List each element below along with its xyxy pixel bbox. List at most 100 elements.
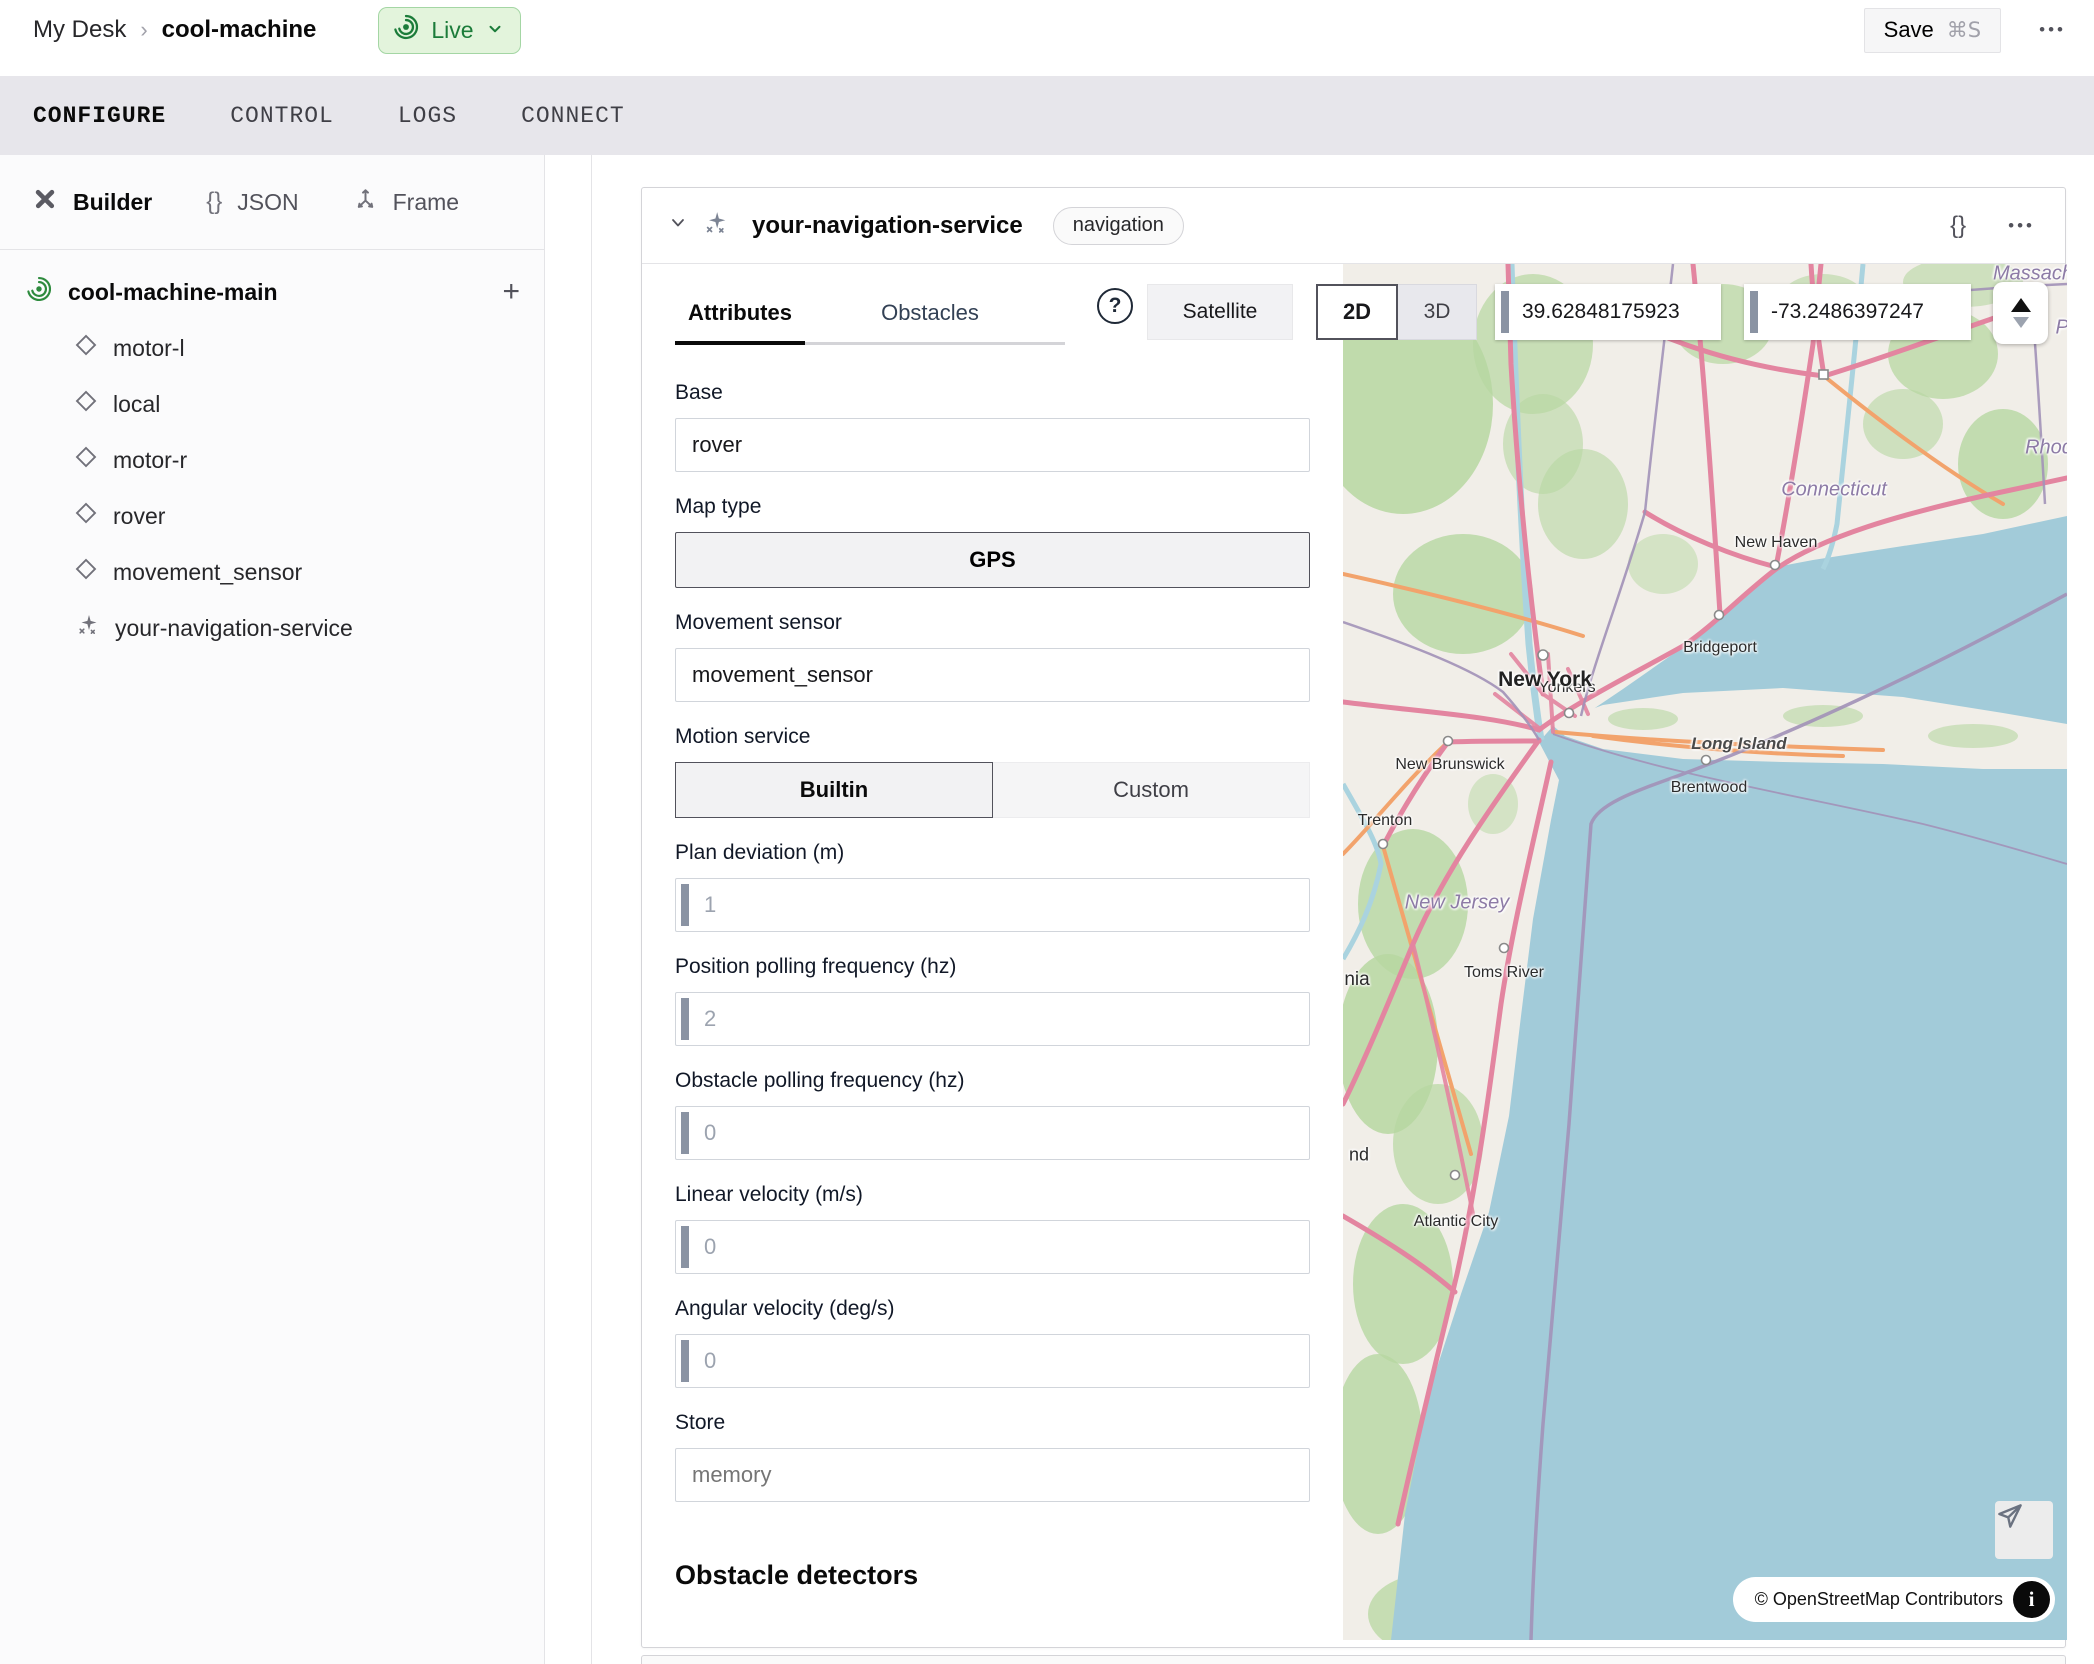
- obstacle-polling-input[interactable]: [675, 1106, 1310, 1160]
- field-linear-velocity: Linear velocity (m/s): [675, 1183, 1310, 1274]
- help-icon[interactable]: ?: [1097, 288, 1133, 324]
- service-sparkle-icon: [702, 210, 728, 241]
- map-art: [1343, 264, 2067, 1640]
- card-title: your-navigation-service: [752, 212, 1023, 240]
- longitude-input[interactable]: [1744, 284, 1971, 340]
- field-base: Base: [675, 381, 1310, 472]
- card-more-menu[interactable]: •••: [2008, 216, 2035, 236]
- zoom-stepper[interactable]: [1993, 282, 2048, 344]
- breadcrumb-parent[interactable]: My Desk: [33, 16, 126, 44]
- view-builder[interactable]: Builder: [32, 186, 152, 218]
- field-store: Store: [675, 1411, 1310, 1502]
- next-card-edge: [641, 1655, 2066, 1664]
- map-label-city: New Haven: [1735, 534, 1818, 552]
- tree-item-navigation-service[interactable]: your-navigation-service: [0, 600, 544, 656]
- map-label-state: New Jersey: [1405, 892, 1509, 915]
- map-label-city: nia: [1344, 969, 1369, 991]
- map-label-state: Pro: [2055, 317, 2067, 340]
- tree-item-movement-sensor[interactable]: movement_sensor: [0, 544, 544, 600]
- field-label: Map type: [675, 495, 1310, 519]
- tree-item-label: motor-l: [113, 335, 185, 362]
- code-braces-icon[interactable]: {}: [1950, 212, 1966, 240]
- tree-item-motor-l[interactable]: motor-l: [0, 320, 544, 376]
- view-json-label: JSON: [237, 189, 298, 216]
- attributes-form: Attributes Obstacles Base Map type GPS M…: [642, 264, 1343, 1591]
- angular-velocity-input[interactable]: [675, 1334, 1310, 1388]
- view-frame[interactable]: Frame: [353, 187, 459, 218]
- field-position-polling: Position polling frequency (hz): [675, 955, 1310, 1046]
- tab-obstacles[interactable]: Obstacles: [865, 300, 995, 342]
- tab-underline: [675, 342, 1065, 345]
- movement-sensor-input[interactable]: [675, 648, 1310, 702]
- satellite-toggle-button[interactable]: Satellite: [1147, 284, 1293, 340]
- tree-item-rover[interactable]: rover: [0, 488, 544, 544]
- field-motion-service: Motion service Builtin Custom: [675, 725, 1310, 818]
- field-label: Store: [675, 1411, 1310, 1435]
- map-2d-button[interactable]: 2D: [1316, 284, 1398, 340]
- field-label: Plan deviation (m): [675, 841, 1310, 865]
- map-label-state: Rhod: [2025, 437, 2067, 460]
- machine-broadcast-icon: [26, 276, 52, 308]
- service-type-badge: navigation: [1053, 207, 1184, 245]
- info-icon[interactable]: i: [2013, 1581, 2050, 1618]
- attribution-text: © OpenStreetMap Contributors: [1755, 1589, 2003, 1610]
- tree-item-label: rover: [113, 503, 165, 530]
- navigation-service-card: your-navigation-service navigation {} ••…: [641, 187, 2066, 1648]
- motion-custom-option[interactable]: Custom: [993, 762, 1310, 818]
- field-angular-velocity: Angular velocity (deg/s): [675, 1297, 1310, 1388]
- component-diamond-icon: [75, 502, 97, 530]
- tab-attributes[interactable]: Attributes: [675, 300, 805, 342]
- map-3d-button[interactable]: 3D: [1398, 284, 1477, 340]
- component-diamond-icon: [75, 446, 97, 474]
- field-label: Linear velocity (m/s): [675, 1183, 1310, 1207]
- add-component-button[interactable]: +: [502, 277, 520, 307]
- header-more-menu[interactable]: •••: [2039, 20, 2066, 40]
- field-label: Obstacle polling frequency (hz): [675, 1069, 1310, 1093]
- collapse-chevron-icon[interactable]: [668, 213, 688, 238]
- map-label-state: Connecticut: [1781, 479, 1887, 502]
- field-label: Base: [675, 381, 1310, 405]
- live-status-dropdown[interactable]: Live: [378, 7, 520, 54]
- position-polling-input[interactable]: [675, 992, 1310, 1046]
- view-switcher: Builder {} JSON Frame: [0, 155, 544, 250]
- tab-configure[interactable]: CONFIGURE: [33, 103, 166, 129]
- plan-deviation-input[interactable]: [675, 878, 1310, 932]
- map-label-city: nd: [1349, 1145, 1369, 1166]
- service-sparkle-icon: [75, 613, 99, 643]
- tab-control[interactable]: CONTROL: [230, 103, 334, 129]
- field-movement-sensor: Movement sensor: [675, 611, 1310, 702]
- field-label: Position polling frequency (hz): [675, 955, 1310, 979]
- broadcast-icon: [393, 14, 419, 46]
- breadcrumb-separator: ›: [140, 17, 147, 43]
- chevron-down-icon: [486, 17, 504, 44]
- tools-icon: [32, 186, 58, 218]
- store-input[interactable]: [675, 1448, 1310, 1502]
- map-label-city: Atlantic City: [1410, 1213, 1502, 1231]
- tree-item-label: local: [113, 391, 160, 418]
- longitude-field: [1744, 284, 1971, 340]
- tree-item-label: movement_sensor: [113, 559, 302, 586]
- locate-button[interactable]: [1995, 1501, 2053, 1559]
- map-type-gps-button[interactable]: GPS: [675, 532, 1310, 588]
- tab-logs[interactable]: LOGS: [398, 103, 457, 129]
- field-label: Angular velocity (deg/s): [675, 1297, 1310, 1321]
- motion-builtin-option[interactable]: Builtin: [675, 762, 993, 818]
- linear-velocity-input[interactable]: [675, 1220, 1310, 1274]
- map-view[interactable]: Connecticut New Jersey Massach Rhod Pro …: [1343, 264, 2067, 1640]
- view-json[interactable]: {} JSON: [206, 188, 298, 216]
- field-map-type: Map type GPS: [675, 495, 1310, 588]
- tab-connect[interactable]: CONNECT: [521, 103, 625, 129]
- tree-item-motor-r[interactable]: motor-r: [0, 432, 544, 488]
- breadcrumb-current: cool-machine: [162, 16, 317, 44]
- tree-item-machine[interactable]: cool-machine-main +: [0, 264, 544, 320]
- save-shortcut: ⌘S: [1947, 18, 1981, 42]
- tree-item-local[interactable]: local: [0, 376, 544, 432]
- latitude-input[interactable]: [1495, 284, 1721, 340]
- base-input[interactable]: [675, 418, 1310, 472]
- arrow-up-icon: [2011, 298, 2031, 312]
- tree-item-label: your-navigation-service: [115, 615, 353, 642]
- latitude-field: [1495, 284, 1721, 340]
- map-attribution: © OpenStreetMap Contributors i: [1733, 1577, 2055, 1622]
- save-button[interactable]: Save ⌘S: [1864, 8, 2002, 53]
- tree-item-label: motor-r: [113, 447, 187, 474]
